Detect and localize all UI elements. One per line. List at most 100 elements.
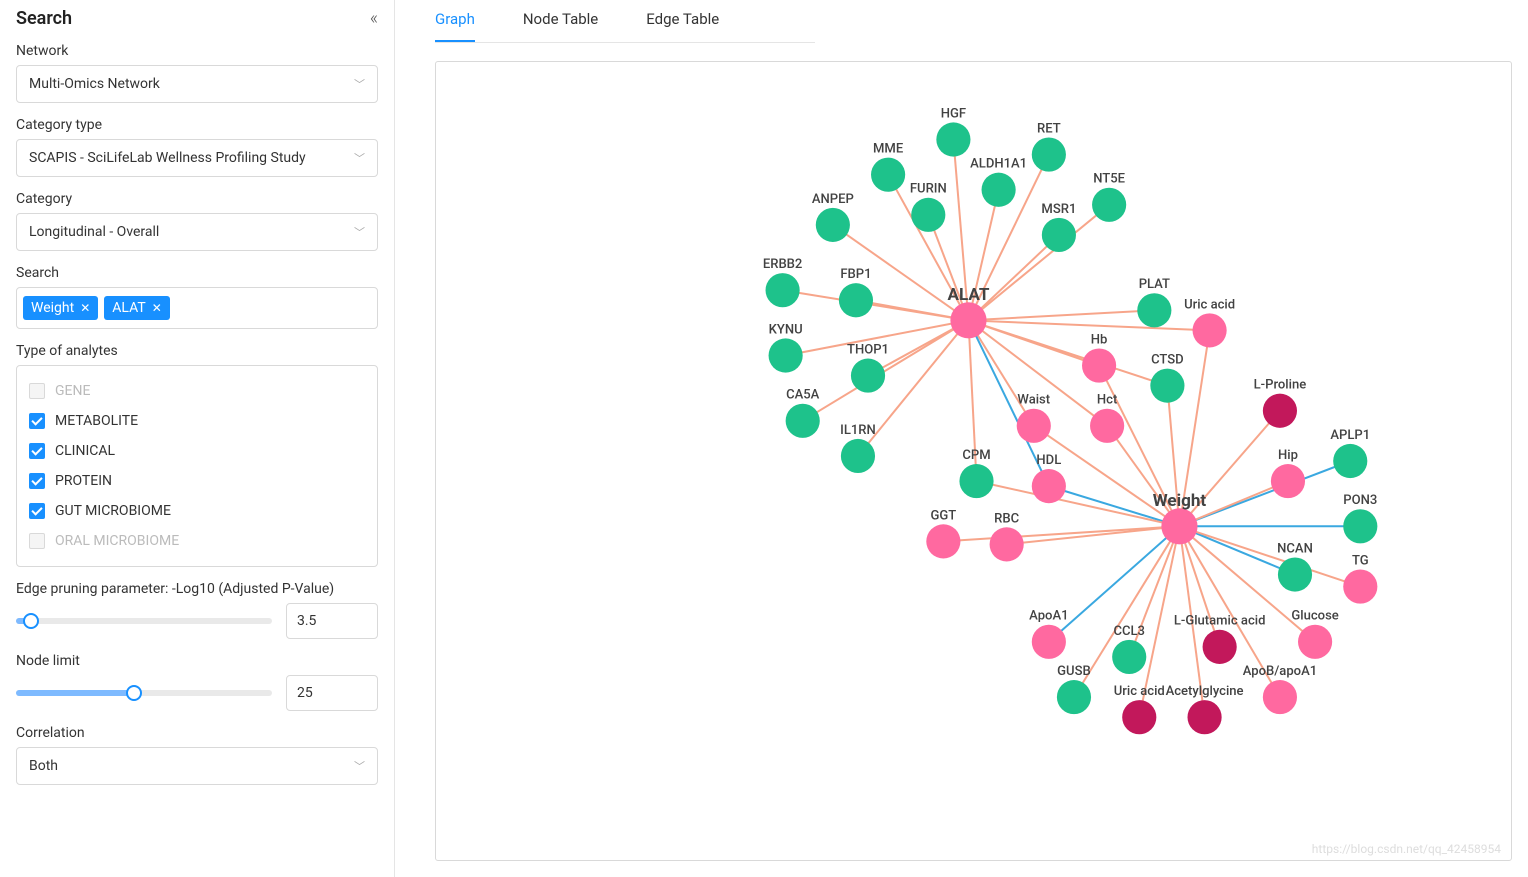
tab-edge-table[interactable]: Edge Table bbox=[646, 0, 719, 42]
search-tag[interactable]: ALAT✕ bbox=[104, 296, 169, 320]
graph-node[interactable] bbox=[1112, 640, 1146, 674]
collapse-icon[interactable]: « bbox=[370, 8, 378, 29]
node-limit-slider[interactable] bbox=[16, 690, 272, 696]
graph-node[interactable] bbox=[1193, 313, 1227, 347]
graph-node[interactable] bbox=[1017, 409, 1051, 443]
category-type-label: Category type bbox=[16, 117, 378, 133]
graph-node[interactable] bbox=[1032, 137, 1066, 171]
graph-node[interactable] bbox=[1137, 293, 1171, 327]
category-type-select[interactable]: SCAPIS - SciLifeLab Wellness Profiling S… bbox=[16, 139, 378, 177]
graph-edge[interactable] bbox=[968, 310, 1154, 320]
graph-edge[interactable] bbox=[968, 235, 1058, 320]
close-icon[interactable]: ✕ bbox=[152, 301, 162, 315]
analyte-checkbox[interactable] bbox=[29, 413, 45, 429]
network-graph[interactable]: HGFRETMMEALDH1A1NT5EANPEPFURINMSR1ERBB2F… bbox=[436, 62, 1511, 860]
slider-handle[interactable] bbox=[126, 685, 142, 701]
close-icon[interactable]: ✕ bbox=[80, 301, 90, 315]
analyte-checkbox[interactable] bbox=[29, 503, 45, 519]
graph-node[interactable] bbox=[1032, 469, 1066, 503]
analyte-checkbox bbox=[29, 383, 45, 399]
analyte-checkbox bbox=[29, 533, 45, 549]
tab-node-table[interactable]: Node Table bbox=[523, 0, 598, 42]
graph-node[interactable] bbox=[982, 173, 1016, 207]
graph-node[interactable] bbox=[1263, 394, 1297, 428]
analyte-row: PROTEIN bbox=[29, 466, 365, 496]
search-input[interactable]: Weight✕ALAT✕ bbox=[16, 287, 378, 329]
graph-node-label: PON3 bbox=[1343, 493, 1377, 508]
graph-node[interactable] bbox=[959, 464, 993, 498]
graph-node-label: RET bbox=[1037, 121, 1061, 136]
graph-node[interactable] bbox=[1271, 464, 1305, 498]
graph-node[interactable] bbox=[1122, 700, 1156, 734]
network-select[interactable]: Multi-Omics Network ﹀ bbox=[16, 65, 378, 103]
graph-node[interactable] bbox=[936, 122, 970, 156]
graph-node[interactable] bbox=[1263, 680, 1297, 714]
graph-node-label: FBP1 bbox=[840, 267, 871, 282]
tabs: Graph Node Table Edge Table bbox=[435, 0, 815, 43]
analyte-checkbox[interactable] bbox=[29, 443, 45, 459]
graph-node[interactable] bbox=[766, 273, 800, 307]
graph-node[interactable] bbox=[1203, 630, 1237, 664]
graph-node[interactable] bbox=[1343, 509, 1377, 543]
graph-node[interactable] bbox=[1092, 188, 1126, 222]
graph-node-label: Uric acid bbox=[1184, 297, 1235, 312]
graph-node[interactable] bbox=[1042, 218, 1076, 252]
graph-edge[interactable] bbox=[968, 320, 1033, 425]
graph-node[interactable] bbox=[871, 158, 905, 192]
analyte-row: METABOLITE bbox=[29, 406, 365, 436]
graph-node[interactable] bbox=[769, 338, 803, 372]
analyte-row: ORAL MICROBIOME bbox=[29, 526, 365, 556]
correlation-value: Both bbox=[29, 758, 58, 774]
chevron-down-icon: ﹀ bbox=[354, 224, 365, 240]
graph-edge[interactable] bbox=[968, 205, 1109, 321]
graph-node[interactable] bbox=[1057, 680, 1091, 714]
graph-node[interactable] bbox=[816, 208, 850, 242]
graph-node[interactable] bbox=[1150, 369, 1184, 403]
graph-node[interactable] bbox=[1161, 508, 1197, 544]
category-select[interactable]: Longitudinal - Overall ﹀ bbox=[16, 213, 378, 251]
graph-node[interactable] bbox=[950, 302, 986, 338]
analytes-label: Type of analytes bbox=[16, 343, 378, 359]
graph-node[interactable] bbox=[1032, 625, 1066, 659]
analyte-row: GUT MICROBIOME bbox=[29, 496, 365, 526]
edge-pruning-slider[interactable] bbox=[16, 618, 272, 624]
graph-node[interactable] bbox=[851, 359, 885, 393]
graph-node-label: Acetylglycine bbox=[1166, 684, 1244, 699]
graph-node[interactable] bbox=[990, 527, 1024, 561]
graph-node[interactable] bbox=[1298, 625, 1332, 659]
graph-node[interactable] bbox=[926, 524, 960, 558]
edge-pruning-value[interactable]: 3.5 bbox=[286, 603, 378, 639]
graph-node[interactable] bbox=[1187, 700, 1221, 734]
graph-node[interactable] bbox=[841, 439, 875, 473]
graph-edge[interactable] bbox=[1179, 526, 1360, 586]
graph-edge[interactable] bbox=[968, 320, 1209, 330]
graph-edge[interactable] bbox=[1107, 426, 1179, 526]
analyte-row: GENE bbox=[29, 376, 365, 406]
graph-area[interactable]: HGFRETMMEALDH1A1NT5EANPEPFURINMSR1ERBB2F… bbox=[435, 61, 1512, 861]
sidebar: Search « Network Multi-Omics Network ﹀ C… bbox=[0, 0, 395, 877]
graph-edge[interactable] bbox=[968, 320, 1167, 385]
graph-node[interactable] bbox=[1333, 444, 1367, 478]
search-tag[interactable]: Weight✕ bbox=[23, 296, 98, 320]
graph-node[interactable] bbox=[786, 404, 820, 438]
graph-node-label: RBC bbox=[994, 511, 1019, 526]
graph-node[interactable] bbox=[1090, 409, 1124, 443]
graph-node[interactable] bbox=[1278, 557, 1312, 591]
network-value: Multi-Omics Network bbox=[29, 76, 160, 92]
tab-graph[interactable]: Graph bbox=[435, 0, 475, 42]
graph-node-label: FURIN bbox=[910, 182, 947, 197]
node-limit-value[interactable]: 25 bbox=[286, 675, 378, 711]
chevron-down-icon: ﹀ bbox=[354, 150, 365, 166]
graph-node-label: ERBB2 bbox=[763, 257, 802, 272]
graph-node[interactable] bbox=[1082, 348, 1116, 382]
graph-node-label: CA5A bbox=[786, 388, 820, 403]
graph-node[interactable] bbox=[911, 198, 945, 232]
main: Graph Node Table Edge Table HGFRETMMEALDH1… bbox=[395, 0, 1528, 877]
analyte-label: ORAL MICROBIOME bbox=[55, 533, 179, 549]
graph-node-label: L-Glutamic acid bbox=[1174, 614, 1266, 629]
correlation-select[interactable]: Both ﹀ bbox=[16, 747, 378, 785]
graph-node[interactable] bbox=[1343, 570, 1377, 604]
graph-node[interactable] bbox=[839, 283, 873, 317]
slider-handle[interactable] bbox=[23, 613, 39, 629]
analyte-checkbox[interactable] bbox=[29, 473, 45, 489]
